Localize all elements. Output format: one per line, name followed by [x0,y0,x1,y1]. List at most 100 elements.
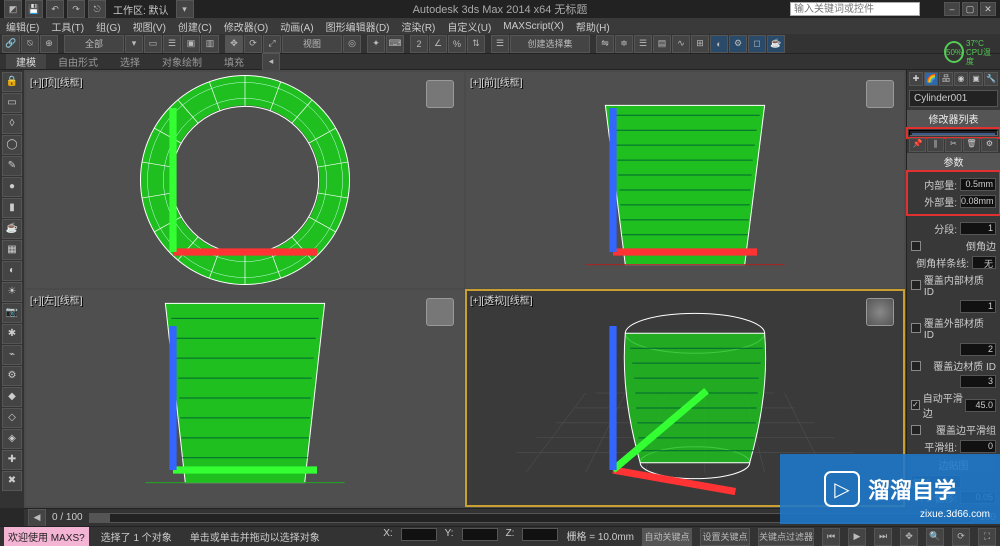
inner-amount-spinner[interactable]: 0.5mm [960,178,996,191]
autosmooth-spinner[interactable]: 45.0 [965,399,996,412]
curve-editor-icon[interactable]: ∿ [672,35,690,53]
lt-light-icon[interactable]: ☀ [2,282,22,302]
pivot-icon[interactable]: ◎ [343,35,361,53]
lt-sys-icon[interactable]: ⚙ [2,366,22,386]
select-icon[interactable]: ▭ [144,35,162,53]
lt-util2-icon[interactable]: ◇ [2,408,22,428]
lt-util3-icon[interactable]: ◈ [2,429,22,449]
qa-undo-icon[interactable]: ↶ [46,0,64,18]
timeline-left-icon[interactable]: ◀ [28,509,46,527]
menu-view[interactable]: 视图(V) [133,19,166,34]
ribbon-expand-icon[interactable]: ◂ [262,53,280,71]
pin-stack-icon[interactable]: 📌 [909,138,926,152]
snap-2d-icon[interactable]: 2 [410,35,428,53]
autosmooth-check[interactable] [911,400,920,410]
lt-cyl-icon[interactable]: ▮ [2,198,22,218]
menu-tools[interactable]: 工具(T) [51,19,84,34]
lt-helper-icon[interactable]: ✱ [2,324,22,344]
qa-link-icon[interactable]: ⎋ [88,0,106,18]
link-icon[interactable]: 🔗 [2,35,20,53]
filter-dropdown-icon[interactable]: ▾ [125,35,143,53]
show-end-icon[interactable]: ∥ [927,138,944,152]
ribbon-tab-modeling[interactable]: 建模 [6,54,46,69]
coord-y-field[interactable] [462,528,498,541]
menu-group[interactable]: 组(G) [96,19,120,34]
keyboard-icon[interactable]: ⌨ [386,35,404,53]
layers-icon[interactable]: ☰ [634,35,652,53]
named-sel-icon[interactable]: ☰ [491,35,509,53]
outer-matid-spinner[interactable]: 2 [960,343,996,356]
workspace-dropdown-icon[interactable]: ▾ [176,0,194,18]
unlink-icon[interactable]: ⍉ [21,35,39,53]
play-prev-icon[interactable]: ⏮ [822,528,840,546]
lt-util1-icon[interactable]: ◆ [2,387,22,407]
lt-lock-icon[interactable]: 🔒 [2,72,22,92]
lt-util4-icon[interactable]: ✚ [2,450,22,470]
lt-util5-icon[interactable]: ✖ [2,471,22,491]
bind-icon[interactable]: ⊕ [40,35,58,53]
menu-help[interactable]: 帮助(H) [576,19,610,34]
window-crossing-icon[interactable]: ▥ [201,35,219,53]
play-next-icon[interactable]: ⏭ [874,528,892,546]
lt-teapot-icon[interactable]: ☕ [2,219,22,239]
minimize-button[interactable]: – [944,2,960,16]
material-editor-icon[interactable]: ◐ [710,35,728,53]
ribbon-tab-freeform[interactable]: 自由形式 [48,54,108,69]
maximize-button[interactable]: ▢ [962,2,978,16]
lt-region-icon[interactable]: ▭ [2,93,22,113]
lt-sphere-icon[interactable]: ● [2,177,22,197]
modifier-list-label[interactable]: 修改器列表 [907,110,1000,127]
remove-mod-icon[interactable]: 🗑 [963,138,980,152]
snap-percent-icon[interactable]: % [448,35,466,53]
params-rollout-title[interactable]: 参数 [907,153,1000,170]
lt-shade-icon[interactable]: ◐ [2,261,22,281]
rect-region-icon[interactable]: ▣ [182,35,200,53]
menu-maxscript[interactable]: MAXScript(X) [503,21,564,32]
render-icon[interactable]: ☕ [767,35,785,53]
menu-modifiers[interactable]: 修改器(O) [224,19,268,34]
lt-space-icon[interactable]: ⌁ [2,345,22,365]
move-icon[interactable]: ✥ [225,35,243,53]
ribbon-toggle-icon[interactable]: ▤ [653,35,671,53]
menu-edit[interactable]: 编辑(E) [6,19,39,34]
nav-max-icon[interactable]: ⛶ [978,528,996,546]
tab-hierarchy-icon[interactable]: 品 [939,72,953,86]
nav-orbit-icon[interactable]: ⟳ [952,528,970,546]
tab-motion-icon[interactable]: ◉ [954,72,968,86]
autokey-button[interactable]: 自动关键点 [642,528,692,546]
ref-coord[interactable]: 视图 [282,35,342,53]
menu-custom[interactable]: 自定义(U) [447,19,491,34]
close-button[interactable]: ✕ [980,2,996,16]
menu-graph[interactable]: 图形编辑器(D) [326,19,390,34]
viewport-left[interactable]: [+][左][线框] [26,290,464,506]
nav-pan-icon[interactable]: ✥ [900,528,918,546]
qa-save-icon[interactable]: 💾 [25,0,43,18]
rotate-icon[interactable]: ⟳ [244,35,262,53]
viewport-top[interactable]: [+][顶][线框] [26,72,464,288]
chamfer-check[interactable] [911,241,921,251]
lt-fence-icon[interactable]: ◊ [2,114,22,134]
keyfilter-button[interactable]: 关键点过滤器 [758,528,814,546]
tab-modify-icon[interactable]: 🌈 [924,72,938,86]
render-setup-icon[interactable]: ⚙ [729,35,747,53]
menu-animation[interactable]: 动画(A) [280,19,313,34]
nav-zoom-icon[interactable]: 🔍 [926,528,944,546]
override-inner-check[interactable] [911,280,921,290]
ribbon-tab-populate[interactable]: 填充 [214,54,254,69]
modifier-stack[interactable]: ✦壳 可编辑多边形 顶点 边 边界 多边形 元素 [909,130,998,136]
play-icon[interactable]: ▶ [848,528,866,546]
tab-utilities-icon[interactable]: 🔧 [984,72,998,86]
smg-spinner[interactable]: 0 [960,440,996,453]
configure-icon[interactable]: ⚙ [981,138,998,152]
qa-redo-icon[interactable]: ↷ [67,0,85,18]
tab-create-icon[interactable]: ✚ [909,72,923,86]
mirror-icon[interactable]: ⇋ [596,35,614,53]
override-outer-check[interactable] [911,323,921,333]
ribbon-tab-objectpaint[interactable]: 对象绘制 [152,54,212,69]
edge-matid-spinner[interactable]: 3 [960,375,996,388]
coord-x-field[interactable] [401,528,437,541]
menu-create[interactable]: 创建(C) [178,19,212,34]
viewport-front[interactable]: [+][前][线框] [466,72,904,288]
segments-spinner[interactable]: 1 [960,222,996,235]
search-input[interactable] [790,2,920,16]
